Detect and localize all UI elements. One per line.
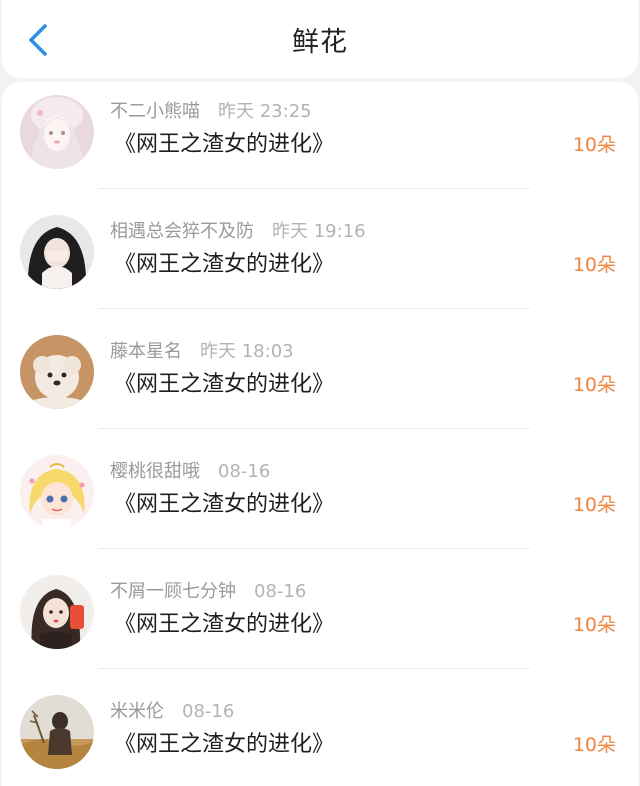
list-item[interactable]: 不二小熊喵 昨天 23:25 《网王之渣女的进化》 10朵: [2, 82, 638, 202]
user-name[interactable]: 樱桃很甜哦: [110, 461, 200, 482]
flower-count: 10朵: [572, 494, 616, 516]
list-item[interactable]: 米米伦 08-16 《网王之渣女的进化》 10朵: [2, 682, 638, 786]
book-title[interactable]: 《网王之渣女的进化》: [114, 246, 334, 278]
divider: [98, 548, 530, 549]
divider: [98, 668, 530, 669]
user-name[interactable]: 藤本星名: [110, 341, 182, 362]
list-item[interactable]: 相遇总会猝不及防 昨天 19:16 《网王之渣女的进化》 10朵: [2, 202, 638, 322]
user-name[interactable]: 米米伦: [110, 701, 164, 722]
timestamp: 08-16: [218, 461, 271, 482]
flower-count: 10朵: [572, 614, 616, 636]
list-item[interactable]: 不屑一顾七分钟 08-16 《网王之渣女的进化》 10朵: [2, 562, 638, 682]
book-title[interactable]: 《网王之渣女的进化》: [114, 486, 334, 518]
avatar[interactable]: [20, 95, 94, 169]
flower-count: 10朵: [572, 134, 616, 156]
chevron-left-icon: [29, 24, 47, 56]
divider: [98, 308, 530, 309]
flower-count: 10朵: [572, 734, 616, 756]
divider: [98, 188, 530, 189]
timestamp: 08-16: [254, 581, 307, 602]
divider: [98, 428, 530, 429]
flower-count: 10朵: [572, 254, 616, 276]
user-name[interactable]: 相遇总会猝不及防: [110, 221, 254, 242]
avatar[interactable]: [20, 455, 94, 529]
book-title[interactable]: 《网王之渣女的进化》: [114, 126, 334, 158]
book-title[interactable]: 《网王之渣女的进化》: [114, 366, 334, 398]
timestamp: 08-16: [182, 701, 235, 722]
app-window: 鲜花 不二小熊喵 昨天 23:25 《网王之渣女的进化》 10朵 相遇总会猝不及…: [0, 0, 640, 786]
user-name[interactable]: 不屑一顾七分钟: [110, 581, 236, 602]
timestamp: 昨天 23:25: [218, 101, 312, 122]
page-title: 鲜花: [292, 26, 348, 58]
book-title[interactable]: 《网王之渣女的进化》: [114, 726, 334, 758]
back-button[interactable]: [20, 22, 56, 58]
flower-list: 不二小熊喵 昨天 23:25 《网王之渣女的进化》 10朵 相遇总会猝不及防 昨天 …: [2, 82, 638, 786]
list-item[interactable]: 樱桃很甜哦 08-16 《网王之渣女的进化》 10朵: [2, 442, 638, 562]
nav-header: 鲜花: [2, 0, 638, 78]
avatar[interactable]: [20, 215, 94, 289]
book-title[interactable]: 《网王之渣女的进化》: [114, 606, 334, 638]
timestamp: 昨天 19:16: [272, 221, 366, 242]
list-item[interactable]: 藤本星名 昨天 18:03 《网王之渣女的进化》 10朵: [2, 322, 638, 442]
user-name[interactable]: 不二小熊喵: [110, 101, 200, 122]
flower-count: 10朵: [572, 374, 616, 396]
avatar[interactable]: [20, 335, 94, 409]
timestamp: 昨天 18:03: [200, 341, 294, 362]
avatar[interactable]: [20, 575, 94, 649]
avatar[interactable]: [20, 695, 94, 769]
